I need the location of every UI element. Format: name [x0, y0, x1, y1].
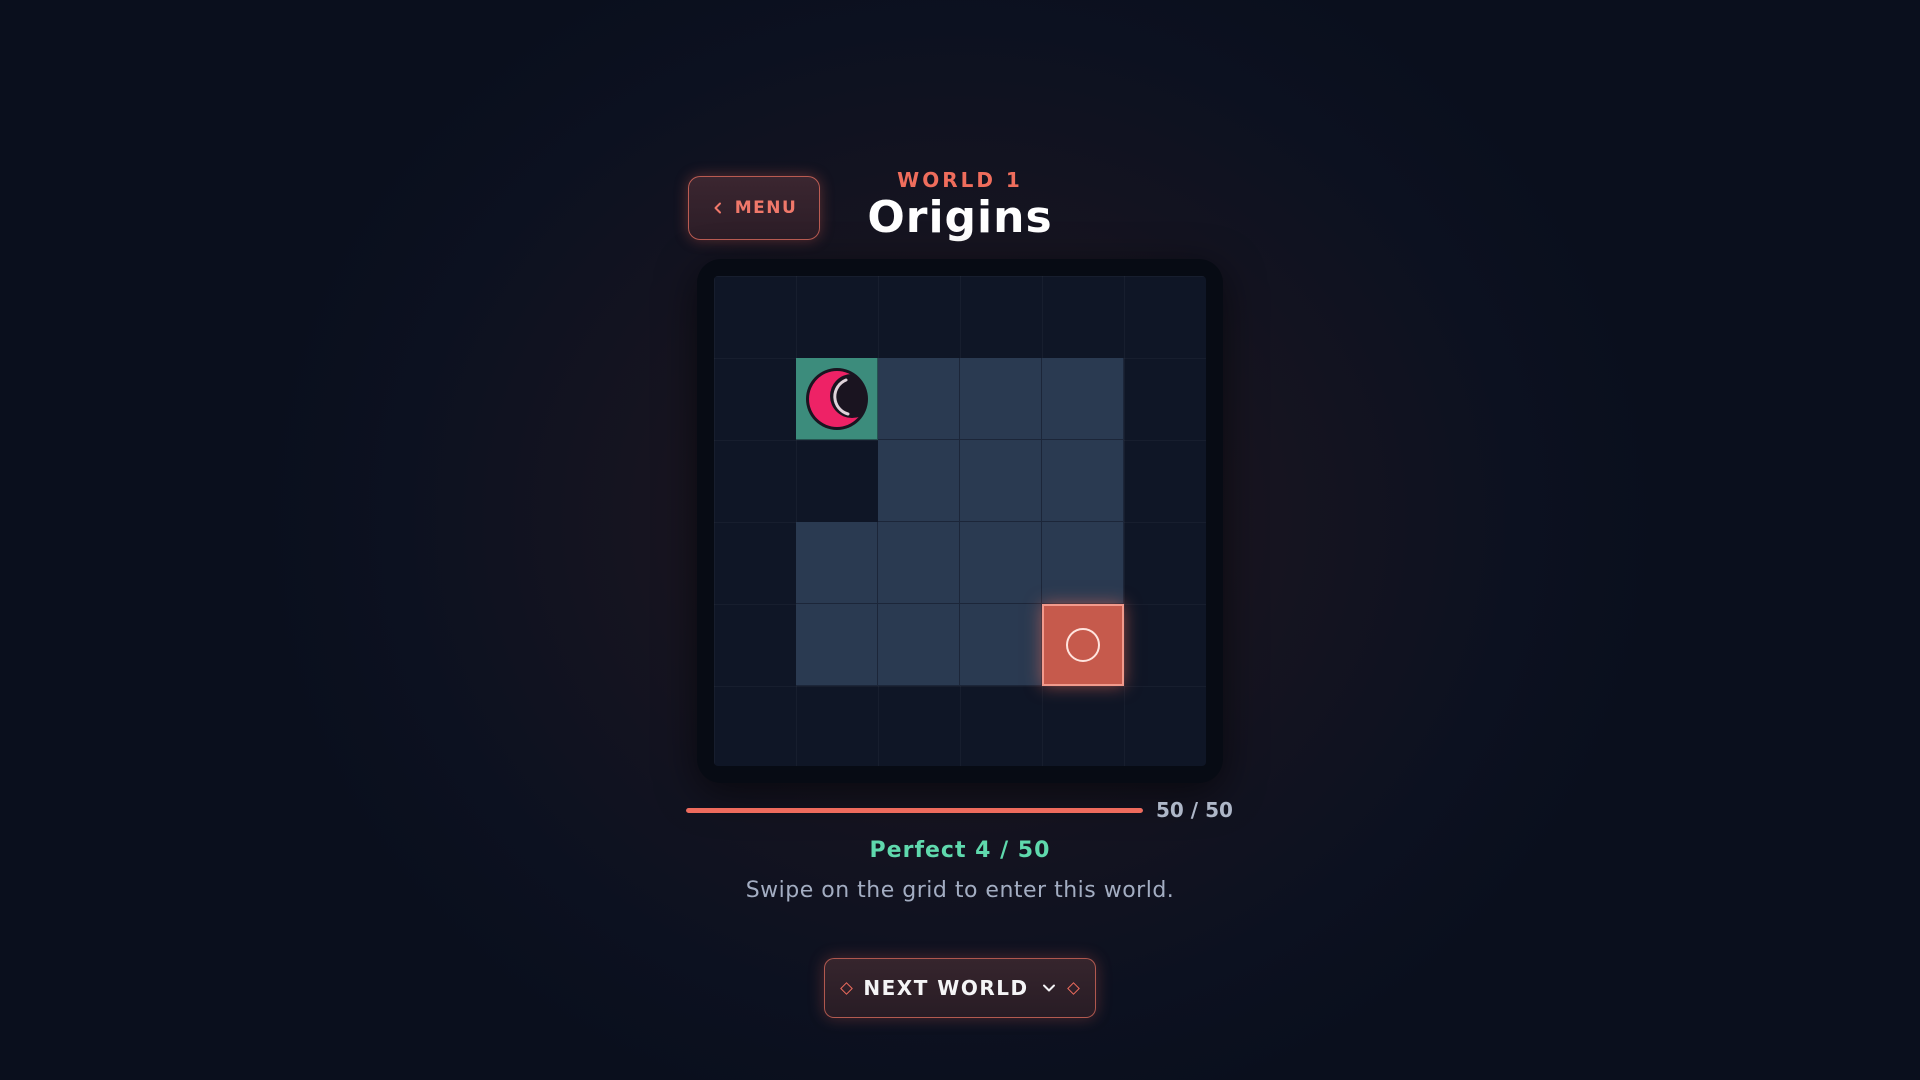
floor-cell[interactable]	[796, 522, 878, 604]
floor-cell[interactable]	[878, 522, 960, 604]
progress-bar-fill	[686, 808, 1143, 813]
level-board[interactable]	[697, 259, 1223, 783]
hint-text: Swipe on the grid to enter this world.	[745, 878, 1175, 903]
floor-cell[interactable]	[960, 440, 1042, 522]
start-cell[interactable]	[796, 358, 878, 440]
perfect-count: Perfect 4 / 50	[869, 838, 1051, 863]
floor-cell[interactable]	[1042, 358, 1124, 440]
floor-cell[interactable]	[960, 522, 1042, 604]
diamond-right-icon	[1066, 981, 1080, 995]
floor-cell[interactable]	[960, 358, 1042, 440]
world-number-label: WORLD 1	[897, 168, 1023, 192]
ring-icon	[1066, 628, 1100, 662]
floor-cell[interactable]	[1042, 522, 1124, 604]
crescent-moon-icon	[806, 368, 868, 430]
chevron-down-icon	[1042, 984, 1055, 992]
grid[interactable]	[714, 276, 1206, 766]
progress-count: 50 / 50	[1156, 798, 1233, 822]
diamond-left-icon	[840, 981, 854, 995]
goal-cell[interactable]	[1042, 604, 1124, 686]
menu-button-label: MENU	[734, 198, 798, 218]
menu-button[interactable]: MENU	[688, 176, 820, 240]
floor-cell[interactable]	[960, 604, 1042, 686]
next-world-button[interactable]: NEXT WORLD	[824, 958, 1096, 1018]
floor-cell[interactable]	[878, 604, 960, 686]
floor-cell[interactable]	[878, 358, 960, 440]
next-world-label: NEXT WORLD	[863, 976, 1029, 1000]
progress-bar	[686, 808, 1143, 813]
world-title: Origins	[867, 192, 1053, 243]
floor-cell[interactable]	[796, 604, 878, 686]
chevron-left-icon	[714, 202, 721, 214]
floor-cell[interactable]	[1042, 440, 1124, 522]
floor-cell[interactable]	[878, 440, 960, 522]
